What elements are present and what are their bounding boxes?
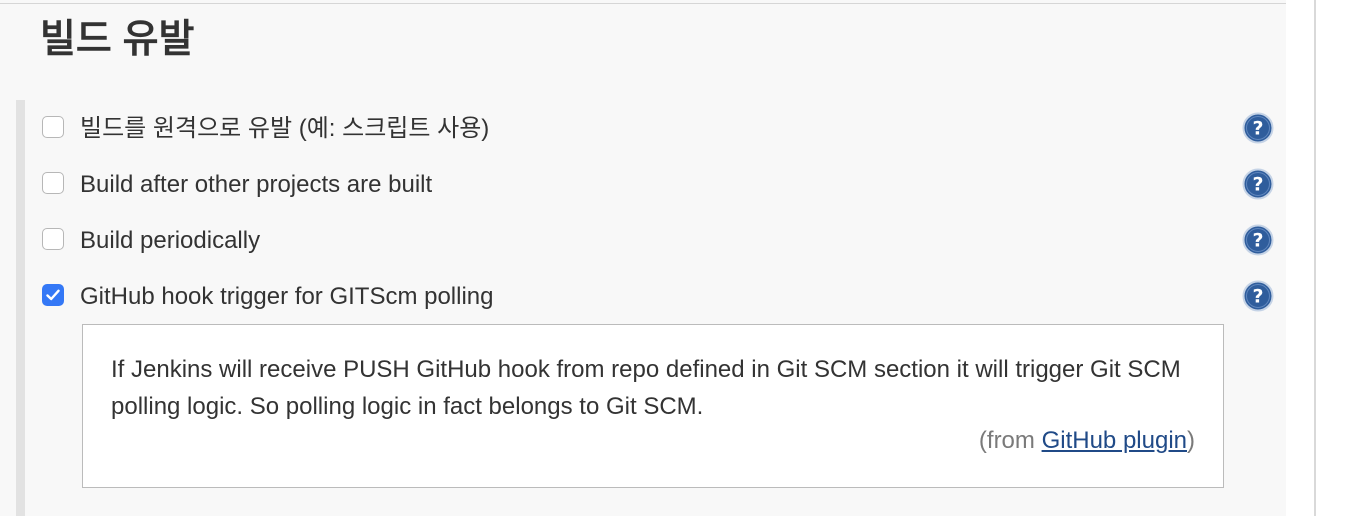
- svg-text:?: ?: [1252, 174, 1263, 196]
- section-title: 빌드 유발: [40, 18, 195, 61]
- section-indent-bar: [16, 100, 25, 516]
- github-hook-checkbox[interactable]: [42, 284, 64, 306]
- svg-text:?: ?: [1252, 286, 1263, 308]
- build-periodically-label[interactable]: Build periodically: [80, 226, 260, 256]
- github-plugin-link[interactable]: GitHub plugin: [1042, 427, 1187, 454]
- help-box: If Jenkins will receive PUSH GitHub hook…: [82, 324, 1224, 488]
- help-icon[interactable]: ?: [1242, 280, 1274, 312]
- trigger-row-after-other-projects: Build after other projects are built ?: [40, 166, 1280, 202]
- help-icon[interactable]: ?: [1242, 224, 1274, 256]
- help-source-prefix: (from: [978, 427, 1042, 454]
- help-source: (from GitHub plugin): [979, 425, 1195, 457]
- trigger-row-remote: 빌드를 원격으로 유발 (예: 스크립트 사용) ?: [40, 110, 1280, 146]
- help-icon[interactable]: ?: [1242, 112, 1274, 144]
- build-after-other-projects-checkbox[interactable]: [42, 172, 64, 194]
- build-periodically-checkbox[interactable]: [42, 228, 64, 250]
- help-text: If Jenkins will receive PUSH GitHub hook…: [111, 356, 1181, 420]
- remote-trigger-label[interactable]: 빌드를 원격으로 유발 (예: 스크립트 사용): [80, 114, 489, 144]
- window-edge: [1314, 0, 1316, 516]
- config-panel: 빌드 유발 빌드를 원격으로 유발 (예: 스크립트 사용) ? Build a…: [0, 0, 1286, 516]
- svg-text:?: ?: [1252, 230, 1263, 252]
- trigger-row-github-hook: GitHub hook trigger for GITScm polling ?: [40, 278, 1280, 314]
- svg-text:?: ?: [1252, 118, 1263, 140]
- github-hook-label[interactable]: GitHub hook trigger for GITScm polling: [80, 282, 494, 312]
- help-icon[interactable]: ?: [1242, 168, 1274, 200]
- trigger-row-periodically: Build periodically ?: [40, 222, 1280, 258]
- build-after-other-projects-label[interactable]: Build after other projects are built: [80, 170, 432, 200]
- help-source-suffix: ): [1187, 427, 1195, 454]
- checkmark-icon: [46, 289, 60, 301]
- section-divider: [0, 3, 1286, 4]
- remote-trigger-checkbox[interactable]: [42, 116, 64, 138]
